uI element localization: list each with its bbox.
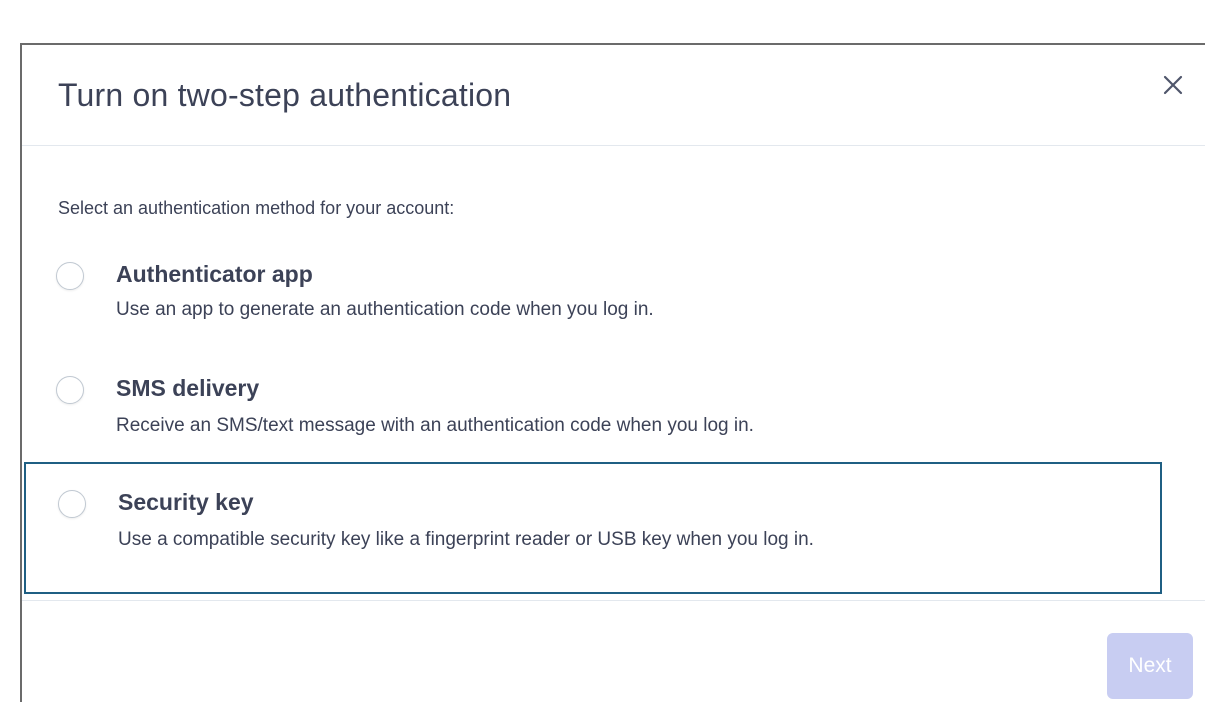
dialog-body: Select an authentication method for your… xyxy=(22,146,1205,601)
option-security-key[interactable]: Security key Use a compatible security k… xyxy=(24,462,1162,594)
close-icon xyxy=(1163,75,1183,95)
radio-sms-delivery[interactable] xyxy=(56,376,84,404)
option-title: SMS delivery xyxy=(116,375,260,401)
option-description: Use an app to generate an authentication… xyxy=(116,299,654,320)
option-title: Security key xyxy=(118,489,254,515)
page: Turn on two-step authentication Select a… xyxy=(0,0,1205,702)
option-authenticator-app[interactable]: Authenticator app Use an app to generate… xyxy=(22,246,1162,362)
option-title: Authenticator app xyxy=(116,261,313,287)
dialog-title: Turn on two-step authentication xyxy=(58,77,512,113)
next-button[interactable]: Next xyxy=(1107,633,1193,699)
radio-authenticator-app[interactable] xyxy=(56,262,84,290)
close-button[interactable] xyxy=(1155,67,1191,103)
dialog-footer: Next xyxy=(22,601,1205,702)
option-description: Receive an SMS/text message with an auth… xyxy=(116,415,754,436)
option-description: Use a compatible security key like a fin… xyxy=(118,529,814,550)
radio-security-key[interactable] xyxy=(58,490,86,518)
two-step-auth-dialog: Turn on two-step authentication Select a… xyxy=(20,43,1205,702)
instruction-text: Select an authentication method for your… xyxy=(58,198,455,218)
dialog-header: Turn on two-step authentication xyxy=(22,45,1205,146)
